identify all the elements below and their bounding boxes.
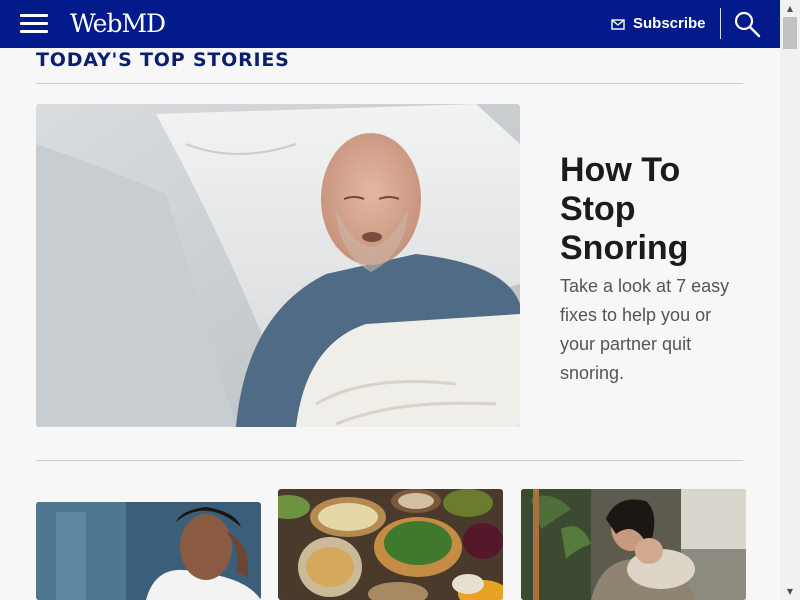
hamburger-menu-icon[interactable]: [20, 13, 48, 35]
hero-image[interactable]: [36, 104, 520, 427]
webmd-logo[interactable]: WebMD: [70, 8, 166, 40]
search-icon[interactable]: [733, 10, 761, 38]
hero-description: Take a look at 7 easy fixes to help you …: [560, 276, 730, 383]
man-sleeping-photo: [36, 104, 520, 427]
scroll-up-arrow-icon[interactable]: ▲: [780, 0, 800, 17]
mother-holding-baby-photo: [521, 489, 746, 600]
stories-divider: [36, 460, 743, 461]
page-scrollbar[interactable]: ▲ ▼: [780, 0, 800, 600]
woman-with-headache-photo: [36, 502, 261, 600]
section-divider: [36, 83, 743, 84]
subscribe-label: Subscribe: [633, 15, 706, 32]
story-card-2[interactable]: [278, 489, 503, 600]
subscribe-button[interactable]: Subscribe: [611, 12, 706, 36]
story-card-1[interactable]: [36, 502, 261, 600]
scroll-down-arrow-icon[interactable]: ▼: [780, 583, 800, 600]
scrollbar-thumb[interactable]: [783, 17, 797, 49]
story-card-3[interactable]: [521, 489, 746, 600]
site-header: WebMD Subscribe: [0, 0, 780, 48]
healthy-foods-table-photo: [278, 489, 503, 600]
mail-icon: [611, 19, 625, 30]
section-title: TODAY'S TOP STORIES: [36, 49, 290, 71]
header-divider: [720, 8, 721, 39]
hero-headline-link[interactable]: How To Stop Snoring: [560, 151, 740, 268]
